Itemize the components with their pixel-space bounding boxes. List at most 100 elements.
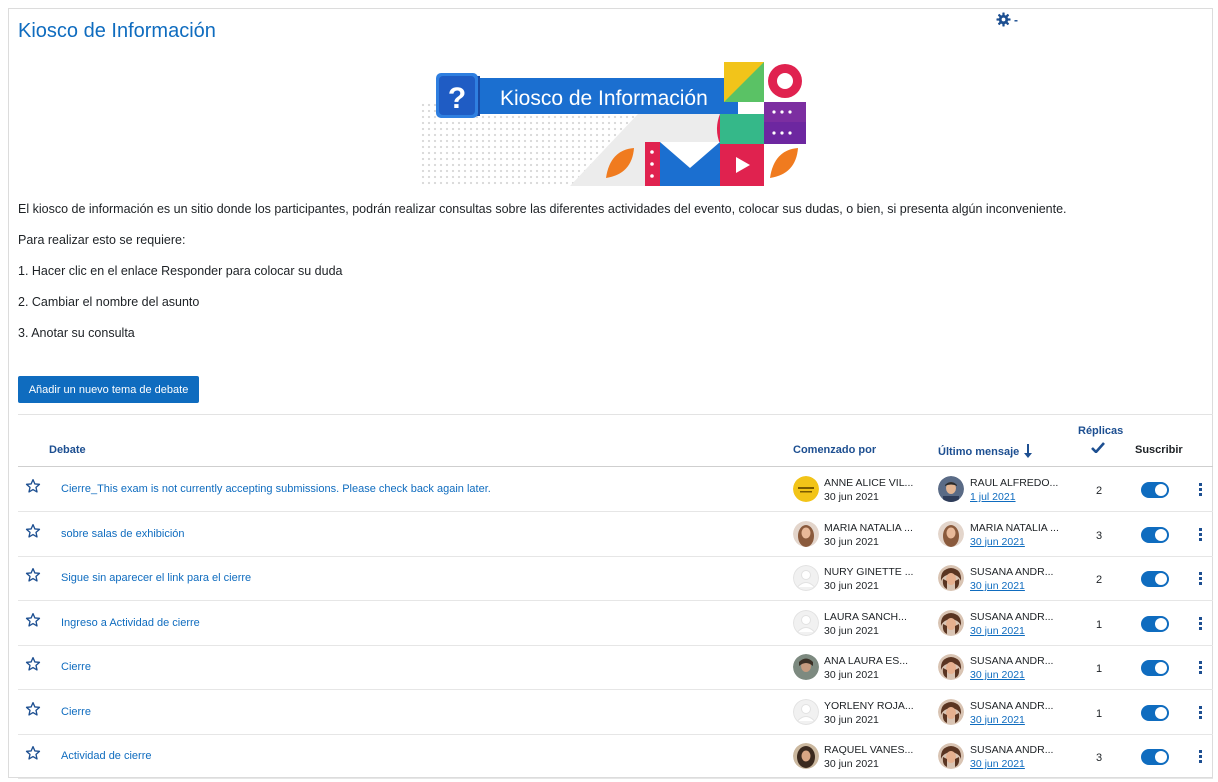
- intro-requirements: Para realizar esto se requiere:: [18, 233, 186, 247]
- intro-paragraph: El kiosco de información es un sitio don…: [18, 202, 1067, 216]
- started-by-name[interactable]: YORLENY ROJA...: [824, 700, 914, 712]
- last-post-date-link[interactable]: 30 jun 2021: [970, 669, 1025, 681]
- last-post-date-link[interactable]: 30 jun 2021: [970, 536, 1025, 548]
- subscribe-toggle[interactable]: [1141, 704, 1169, 721]
- discussion-subject-link[interactable]: Actividad de cierre: [61, 750, 152, 762]
- intro-step-3: 3. Anotar su consulta: [18, 326, 135, 340]
- discussion-subject-link[interactable]: Cierre_This exam is not currently accept…: [61, 483, 491, 495]
- header-debate[interactable]: Debate: [49, 444, 86, 456]
- last-post-name[interactable]: SUSANA ANDR...: [970, 655, 1053, 667]
- avatar[interactable]: [793, 609, 819, 636]
- gear-icon: [996, 12, 1011, 27]
- banner-image: ? Kiosco de Información: [420, 60, 806, 186]
- avatar[interactable]: [938, 698, 964, 725]
- add-discussion-button[interactable]: Añadir un nuevo tema de debate: [18, 376, 199, 403]
- more-options-icon[interactable]: [1197, 483, 1203, 497]
- subscribe-toggle[interactable]: [1141, 571, 1169, 587]
- star-icon[interactable]: [25, 701, 41, 717]
- avatar[interactable]: [793, 520, 819, 547]
- subscribe-toggle[interactable]: [1141, 660, 1169, 676]
- last-post-date-link[interactable]: 30 jun 2021: [970, 580, 1025, 592]
- table-row: Cierre_This exam is not currently accept…: [18, 468, 1213, 512]
- svg-text:?: ?: [448, 82, 466, 115]
- toggle-knob: [1155, 751, 1167, 763]
- avatar[interactable]: [938, 520, 964, 547]
- banner-title: Kiosco de Información: [500, 87, 708, 110]
- more-options-icon[interactable]: [1197, 572, 1203, 586]
- settings-menu[interactable]: -: [996, 12, 1018, 27]
- avatar[interactable]: [793, 743, 819, 769]
- avatar[interactable]: [793, 565, 819, 591]
- started-by-name[interactable]: ANNE ALICE VIL...: [824, 477, 913, 489]
- table-row: Sigue sin aparecer el link para el cierr…: [18, 557, 1213, 601]
- subscribe-toggle[interactable]: [1141, 749, 1169, 765]
- discussion-subject-link[interactable]: Cierre: [61, 661, 91, 673]
- sort-desc-icon: [1024, 444, 1033, 458]
- subscribe-toggle[interactable]: [1141, 482, 1169, 498]
- started-date: 30 jun 2021: [824, 535, 879, 548]
- toggle-knob: [1155, 662, 1167, 674]
- header-started-by[interactable]: Comenzado por: [793, 444, 876, 456]
- avatar[interactable]: [793, 654, 819, 680]
- toggle-knob: [1155, 484, 1167, 496]
- last-post-name[interactable]: SUSANA ANDR...: [970, 566, 1053, 578]
- check-icon: [1091, 442, 1105, 453]
- more-options-icon[interactable]: [1197, 705, 1203, 720]
- last-post-name[interactable]: SUSANA ANDR...: [970, 700, 1053, 712]
- more-options-icon[interactable]: [1197, 661, 1203, 675]
- intro-step-1: 1. Hacer clic en el enlace Responder par…: [18, 264, 343, 278]
- star-icon[interactable]: [25, 612, 41, 628]
- last-post-name[interactable]: SUSANA ANDR...: [970, 611, 1053, 623]
- started-by-name[interactable]: ANA LAURA ES...: [824, 655, 908, 667]
- avatar[interactable]: [938, 476, 964, 502]
- toggle-knob: [1155, 528, 1167, 541]
- table-row: Cierre YORLENY ROJA... 30 jun 2021 SUSANA A…: [18, 691, 1213, 735]
- more-options-icon[interactable]: [1197, 527, 1203, 542]
- last-post-date-link[interactable]: 1 jul 2021: [970, 491, 1016, 503]
- page-title: Kiosco de Información: [18, 20, 216, 42]
- started-date: 30 jun 2021: [824, 758, 879, 770]
- last-post-date-link[interactable]: 30 jun 2021: [970, 714, 1025, 726]
- discussion-subject-link[interactable]: Ingreso a Actividad de cierre: [61, 617, 200, 629]
- replies-count: 1: [1096, 663, 1103, 675]
- started-by-name[interactable]: RAQUEL VANES...: [824, 744, 913, 756]
- last-post-name[interactable]: RAUL ALFREDO...: [970, 477, 1058, 489]
- replies-count: 3: [1096, 752, 1103, 764]
- avatar[interactable]: [938, 565, 964, 591]
- avatar[interactable]: [938, 743, 964, 769]
- started-date: 30 jun 2021: [824, 491, 879, 503]
- more-options-icon[interactable]: [1197, 616, 1203, 631]
- avatar[interactable]: [793, 476, 819, 502]
- last-post-name[interactable]: SUSANA ANDR...: [970, 744, 1053, 756]
- started-by-name[interactable]: NURY GINETTE ...: [824, 566, 913, 578]
- header-last-post[interactable]: Último mensaje: [938, 444, 1033, 458]
- table-row: Ingreso a Actividad de cierre LAURA SANCH…: [18, 602, 1213, 646]
- started-by-name[interactable]: LAURA SANCH...: [824, 611, 907, 623]
- discussion-subject-link[interactable]: Sigue sin aparecer el link para el cierr…: [61, 572, 251, 584]
- star-icon[interactable]: [25, 656, 41, 672]
- last-post-date-link[interactable]: 30 jun 2021: [970, 625, 1025, 637]
- discussion-subject-link[interactable]: sobre salas de exhibición: [61, 528, 185, 540]
- star-icon[interactable]: [25, 745, 41, 761]
- subscribe-toggle[interactable]: [1141, 615, 1169, 632]
- star-icon[interactable]: [25, 523, 41, 539]
- table-row: Actividad de cierre RAQUEL VANES... 30 jun…: [18, 735, 1213, 779]
- header-replies[interactable]: Réplicas: [1078, 425, 1123, 437]
- avatar[interactable]: [938, 609, 964, 636]
- replies-count: 1: [1096, 618, 1103, 631]
- started-date: 30 jun 2021: [824, 624, 879, 637]
- more-options-icon[interactable]: [1197, 750, 1203, 764]
- started-by-name[interactable]: MARIA NATALIA ...: [824, 522, 913, 534]
- discussion-subject-link[interactable]: Cierre: [61, 706, 91, 718]
- header-subscribe: Suscribir: [1135, 444, 1183, 456]
- star-icon[interactable]: [25, 567, 41, 583]
- last-post-date-link[interactable]: 30 jun 2021: [970, 758, 1025, 770]
- avatar[interactable]: [793, 698, 819, 725]
- replies-count: 1: [1096, 707, 1103, 720]
- subscribe-toggle[interactable]: [1141, 526, 1169, 543]
- last-post-name[interactable]: MARIA NATALIA ...: [970, 522, 1059, 534]
- header-divider: [18, 466, 1213, 467]
- star-icon[interactable]: [25, 478, 41, 494]
- avatar[interactable]: [938, 654, 964, 680]
- toggle-knob: [1155, 573, 1167, 585]
